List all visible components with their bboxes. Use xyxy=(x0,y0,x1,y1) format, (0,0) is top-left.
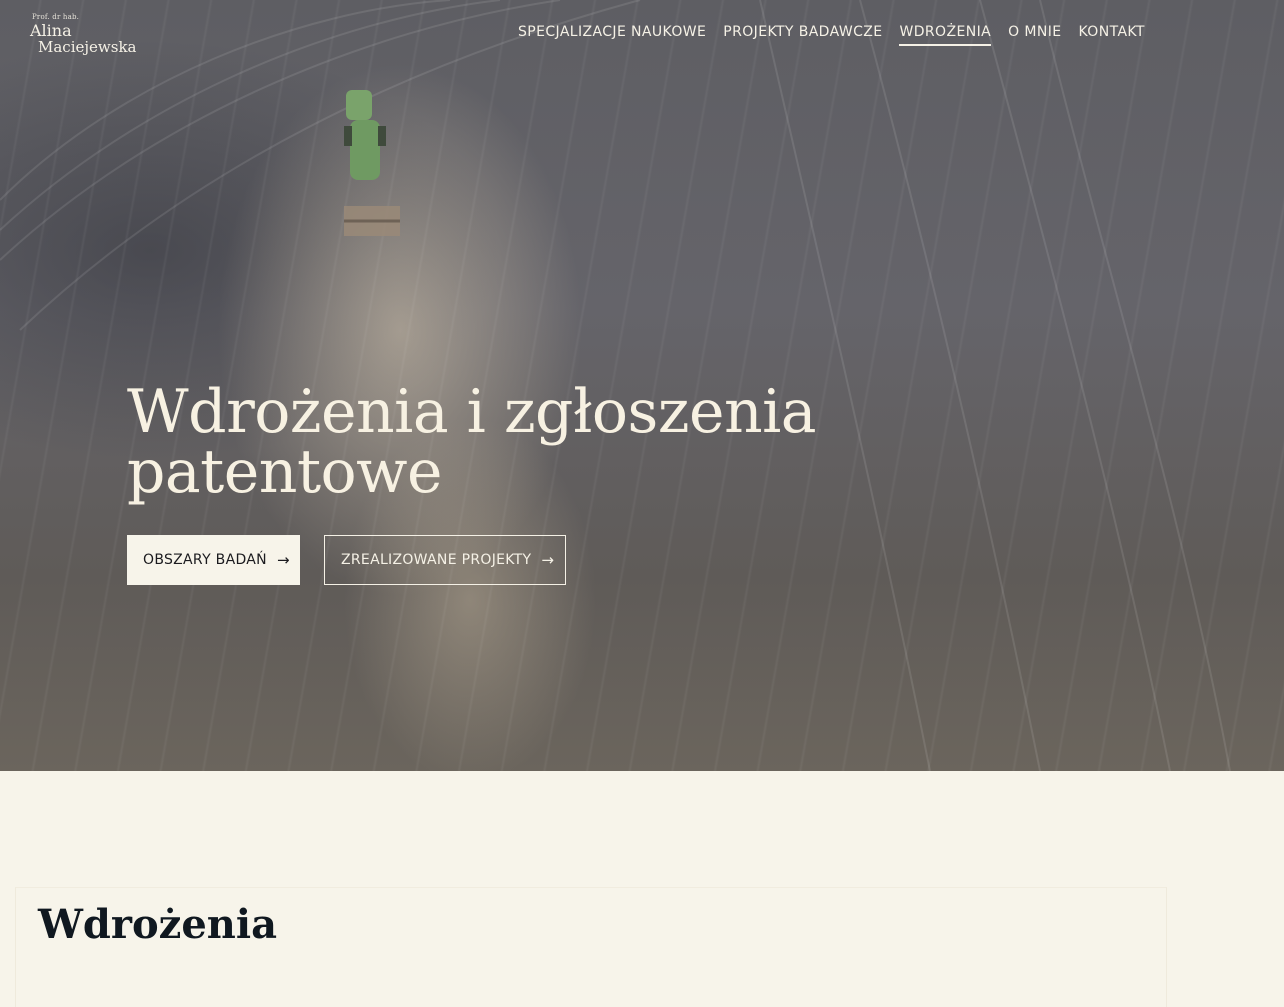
logo-first-name: Alina xyxy=(30,21,72,40)
research-areas-button[interactable]: OBSZARY BADAŃ → xyxy=(127,535,300,585)
section-title: Wdrożenia xyxy=(38,901,278,948)
nav-item-o-mnie[interactable]: O MNIE xyxy=(1008,24,1061,46)
nav-item-wdrozenia[interactable]: WDROŻENIA xyxy=(899,24,992,46)
research-areas-label: OBSZARY BADAŃ xyxy=(143,552,267,568)
completed-projects-label: ZREALIZOWANE PROJEKTY xyxy=(341,552,532,568)
hero-title: Wdrożenia i zgłoszenia patentowe xyxy=(127,377,817,507)
site-logo[interactable]: Prof. dr hab. Alina Maciejewska xyxy=(30,14,136,55)
tractor-image xyxy=(344,90,400,236)
implementations-section: Wdrożenia xyxy=(0,771,1284,1007)
completed-projects-button[interactable]: ZREALIZOWANE PROJEKTY → xyxy=(324,535,566,585)
arrow-right-icon: → xyxy=(541,551,555,569)
logo-prefix: Prof. dr hab. xyxy=(32,13,80,21)
arrow-right-icon: → xyxy=(276,551,290,569)
main-navigation: SPECJALIZACJE NAUKOWE PROJEKTY BADAWCZE … xyxy=(518,24,1162,46)
nav-item-kontakt[interactable]: KONTAKT xyxy=(1078,24,1144,46)
nav-item-projekty[interactable]: PROJEKTY BADAWCZE xyxy=(723,24,882,46)
logo-last-name: Maciejewska xyxy=(38,38,137,56)
nav-item-specjalizacje[interactable]: SPECJALIZACJE NAUKOWE xyxy=(518,24,706,46)
